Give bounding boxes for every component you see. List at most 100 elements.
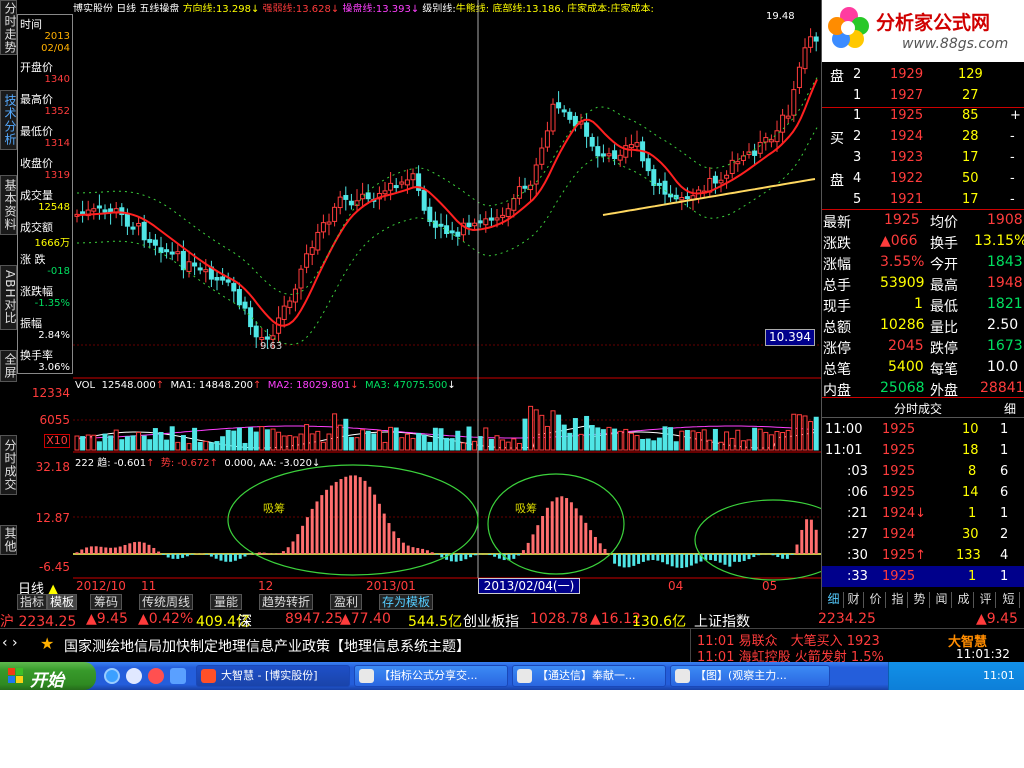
volume-bar (752, 427, 758, 451)
task-2[interactable]: 【通达信】奉献一... (512, 665, 666, 687)
tick-row: :21 1924↓ 1 1 (847, 506, 1009, 521)
logo-url[interactable]: www.88gs.com (902, 36, 1008, 52)
ie-icon[interactable] (104, 668, 120, 684)
rtab-short[interactable]: 短 (998, 592, 1020, 608)
volume-bar (796, 414, 802, 451)
tab-technical[interactable]: 技术分析 (0, 90, 17, 150)
candle-body (808, 36, 814, 48)
indicator-bar-up (344, 476, 348, 554)
task-1[interactable]: 【指标公式分享交... (354, 665, 508, 687)
dw-low: 1314 (44, 138, 70, 149)
candle-body (500, 214, 506, 218)
indicator-bar-up (133, 542, 137, 554)
buy-row: 3 1923 17- (853, 150, 1015, 165)
indicator-bar-down (771, 554, 775, 556)
indicator-bar-down (689, 554, 693, 566)
volume-bar (707, 439, 713, 451)
candle-body (231, 283, 237, 292)
candle-body (780, 114, 786, 133)
candle-body (628, 144, 634, 149)
tab-volume[interactable]: 量能 (210, 594, 242, 610)
volume-bar (595, 427, 601, 451)
rtab-trend[interactable]: 势 (910, 592, 930, 608)
candle-body (130, 226, 136, 230)
tab-profit[interactable]: 盈利 (330, 594, 362, 610)
indicator-bar-up (320, 495, 324, 554)
indicator-bar-down (709, 554, 713, 561)
volume-bar (628, 432, 634, 451)
start-button[interactable]: 开始 (0, 662, 96, 690)
news-nav-arrows[interactable]: ‹ › (2, 635, 18, 651)
volume-bar (455, 430, 461, 451)
rtab-review[interactable]: 评 (976, 592, 996, 608)
quicklaunch-icon[interactable] (126, 668, 142, 684)
volume-bar (220, 436, 226, 451)
task-3[interactable]: 【图】(观察主力... (670, 665, 830, 687)
tab-weekly[interactable]: 传统周线 (139, 594, 193, 610)
indicator-bar-down (661, 554, 665, 563)
tab-trend-turn[interactable]: 趋势转折 (259, 594, 313, 610)
candle-body (796, 66, 802, 89)
quote-row: 涨幅 3.55% 今开 1843 (823, 254, 1023, 273)
ind-ytick-2: 12.87 (35, 511, 70, 525)
indicator-bar-up (411, 547, 415, 554)
volume-bar (656, 437, 662, 451)
detail-button[interactable]: 细 (1004, 400, 1016, 417)
tab-fundamentals[interactable]: 基本资料 (0, 175, 17, 235)
tab-fullscreen[interactable]: 全屏 (0, 350, 17, 382)
weibo-icon[interactable] (148, 668, 164, 684)
volume-bar (466, 426, 472, 451)
rtab-detail[interactable]: 细 (824, 592, 844, 608)
volume-bar (113, 429, 119, 451)
tab-indicator[interactable]: 指标 (17, 594, 47, 610)
tab-other[interactable]: 其他 (0, 525, 17, 555)
kline-chart[interactable]: 吸筹 吸筹 9.63 19.48 (73, 0, 821, 600)
clock: 11:01:32 (956, 647, 1010, 661)
indicator-bar-down (680, 554, 684, 568)
volume-bar (483, 427, 489, 451)
rtab-news[interactable]: 闻 (932, 592, 952, 608)
volume-bar (152, 428, 158, 451)
volume-bar (371, 433, 377, 451)
volume-bar (80, 436, 86, 451)
indicator-bar-up (123, 544, 127, 554)
star-icon[interactable]: ★ (40, 634, 54, 653)
tab-abh[interactable]: ABH对比 (0, 265, 17, 330)
rtab-deals[interactable]: 成 (954, 592, 974, 608)
desktop-icon[interactable] (170, 668, 186, 684)
indicator-bar-down (656, 554, 660, 561)
volume-bar (304, 424, 310, 451)
candle-body (337, 196, 343, 209)
save-template-button[interactable]: 存为模板 (379, 594, 433, 610)
news-headline[interactable]: 国家测绘地信局加快制定地理信息产业政策【地理信息系统主题】 (64, 636, 470, 656)
tab-chips[interactable]: 筹码 (90, 594, 122, 610)
candle-body (488, 217, 494, 221)
indicator-bar-up (128, 543, 132, 554)
tab-intraday[interactable]: 分时走势 (0, 0, 17, 55)
candle-body (80, 211, 86, 215)
dw-label-volume: 成交量 (20, 189, 53, 202)
rtab-finance[interactable]: 财 (844, 592, 864, 608)
candle-body (343, 195, 349, 200)
volume-bar (472, 440, 478, 451)
rtab-index[interactable]: 指 (888, 592, 908, 608)
volume-bar (276, 431, 282, 451)
candle-body (763, 137, 769, 143)
task-dzh[interactable]: 大智慧 - [博实股份] (196, 665, 350, 687)
volume-bar (768, 434, 774, 451)
volume-bar (544, 425, 550, 451)
candle-body (561, 109, 567, 113)
indicator-bar-up (349, 475, 353, 554)
tab-trades[interactable]: 分时成交 (0, 435, 17, 495)
indicator-bar-up (536, 525, 540, 554)
volume-bars (74, 405, 819, 451)
rtab-price[interactable]: 价 (866, 592, 886, 608)
candle-body (393, 185, 399, 189)
candle-body (444, 225, 450, 235)
x-label-6: 05 (762, 579, 778, 593)
candle-body (684, 196, 690, 200)
sh-pct: ▲0.42% (138, 611, 194, 627)
candle-body (768, 139, 774, 143)
tab-template[interactable]: 模板 (47, 594, 77, 610)
volume-bar (600, 429, 606, 451)
